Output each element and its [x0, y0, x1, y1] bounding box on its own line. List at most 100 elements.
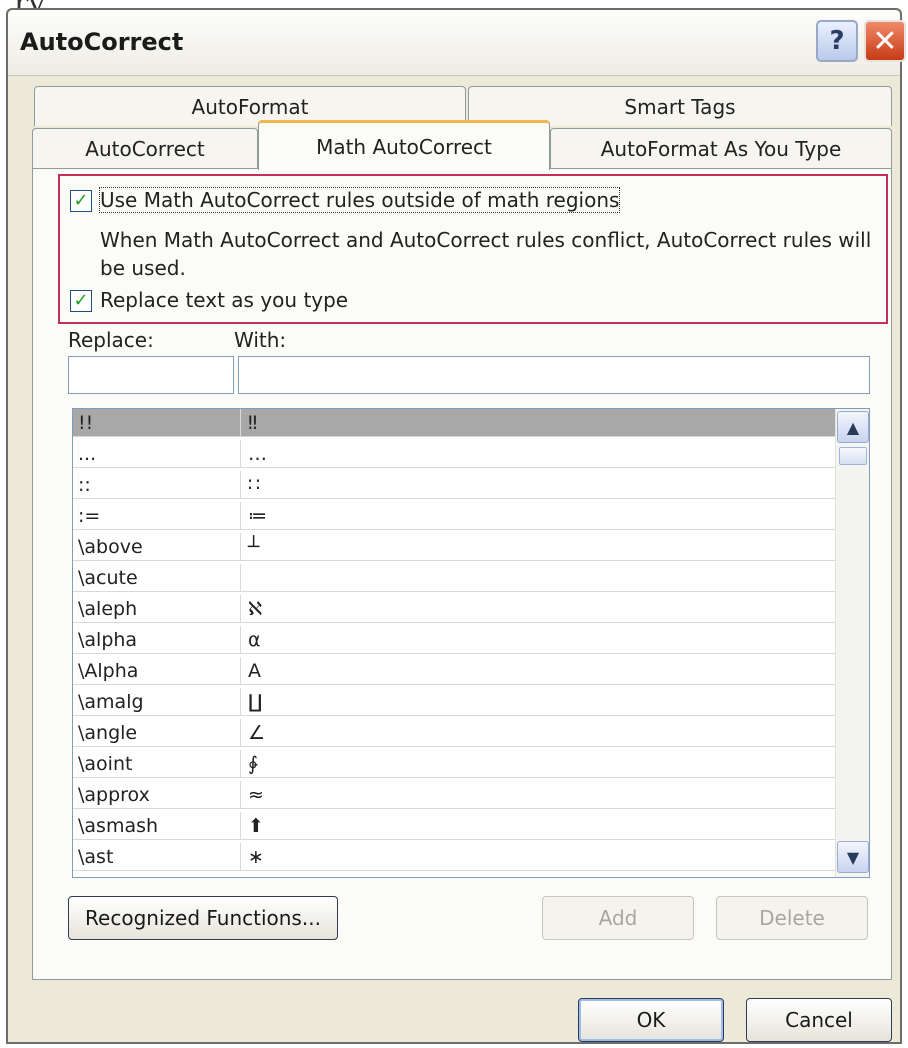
list-item-replace: \aoint	[78, 753, 133, 775]
ok-button[interactable]: OK	[578, 998, 724, 1042]
close-button[interactable]: ✕	[864, 20, 906, 62]
list-item-replace: \Alpha	[78, 660, 139, 682]
with-input[interactable]	[238, 356, 870, 394]
list-item-replace: \acute	[78, 567, 138, 589]
tab-label: AutoFormat As You Type	[600, 136, 842, 161]
list-item[interactable]: !! ‼	[73, 409, 835, 437]
tab-label: AutoFormat	[191, 94, 309, 119]
list-item-replace: \amalg	[78, 691, 144, 713]
use-outside-checkbox[interactable]: ✓	[70, 190, 92, 212]
check-icon: ✓	[73, 190, 89, 211]
column-divider	[240, 564, 241, 592]
scroll-down-button[interactable]: ▼	[837, 841, 869, 873]
list-item-replace: \angle	[78, 722, 138, 744]
conflict-note-line-1: When Math AutoCorrect and AutoCorrect ru…	[100, 228, 872, 252]
list-item[interactable]: \acute	[73, 564, 835, 592]
replace-as-type-checkbox[interactable]: ✓	[70, 290, 92, 312]
column-divider	[240, 409, 241, 437]
list-item-replace: !!	[78, 412, 94, 434]
close-icon: ✕	[872, 23, 898, 59]
column-divider	[240, 626, 241, 654]
chevron-up-icon: ▲	[846, 417, 860, 437]
recognized-functions-button[interactable]: Recognized Functions...	[68, 896, 338, 940]
tab-math-autocorrect[interactable]: Math AutoCorrect	[258, 120, 550, 170]
use-outside-label[interactable]: Use Math AutoCorrect rules outside of ma…	[98, 187, 621, 213]
scroll-thumb[interactable]	[839, 447, 867, 465]
list-item-replace: \asmash	[78, 815, 159, 837]
delete-button[interactable]: Delete	[716, 896, 868, 940]
button-label: Delete	[759, 906, 825, 930]
list-item[interactable]: \above ┴	[73, 533, 835, 561]
list-item[interactable]: \ast ∗	[73, 843, 835, 871]
replace-label: Replace:	[68, 328, 154, 352]
autocorrect-dialog: AutoCorrect ? ✕ AutoFormat Smart Tags Au…	[6, 8, 906, 1044]
list-item-replace: \alpha	[78, 629, 138, 651]
tab-label: Smart Tags	[624, 94, 736, 119]
column-divider	[240, 688, 241, 716]
list-item-replace: ::	[78, 474, 91, 496]
list-item-with: ≈	[248, 784, 264, 806]
column-divider	[240, 533, 241, 561]
button-label: Cancel	[785, 1008, 853, 1032]
column-divider	[240, 502, 241, 530]
scroll-up-button[interactable]: ▲	[837, 411, 869, 443]
list-item[interactable]: \aleph ℵ	[73, 595, 835, 623]
replace-input[interactable]	[68, 356, 234, 394]
list-scrollbar[interactable]: ▲ ▼	[835, 409, 869, 877]
column-divider	[240, 719, 241, 747]
list-item-with: ∗	[248, 846, 264, 868]
list-item-with: ‼	[248, 412, 258, 434]
list-item[interactable]: ... …	[73, 440, 835, 468]
list-item-with: ┴	[248, 536, 260, 558]
list-item[interactable]: :: ∷	[73, 471, 835, 499]
list-item-with: …	[248, 443, 267, 465]
column-divider	[240, 595, 241, 623]
list-item[interactable]: \asmash ⬆	[73, 812, 835, 840]
list-item-replace: \approx	[78, 784, 150, 806]
button-label: Recognized Functions...	[85, 906, 321, 930]
list-item-with: ∷	[248, 474, 261, 496]
replace-as-type-label[interactable]: Replace text as you type	[100, 288, 348, 312]
tab-autoformat-as-you-type[interactable]: AutoFormat As You Type	[550, 128, 892, 168]
column-divider	[240, 781, 241, 809]
column-divider	[240, 657, 241, 685]
cancel-button[interactable]: Cancel	[746, 998, 892, 1042]
list-item-replace: \ast	[78, 846, 114, 868]
list-item[interactable]: \aoint ∳	[73, 750, 835, 778]
list-item[interactable]: \approx ≈	[73, 781, 835, 809]
tab-autocorrect[interactable]: AutoCorrect	[32, 128, 258, 168]
help-button[interactable]: ?	[816, 20, 858, 62]
conflict-note-line-2: be used.	[100, 256, 186, 280]
tab-label: Math AutoCorrect	[316, 134, 492, 159]
tab-label: AutoCorrect	[85, 136, 205, 161]
list-item-with: ≔	[248, 505, 267, 527]
column-divider	[240, 471, 241, 499]
list-item[interactable]: \alpha α	[73, 626, 835, 654]
list-item-replace: \aleph	[78, 598, 138, 620]
column-divider	[240, 440, 241, 468]
help-icon: ?	[829, 26, 845, 56]
list-item[interactable]: \Alpha A	[73, 657, 835, 685]
list-item-replace: :=	[78, 505, 101, 527]
column-divider	[240, 843, 241, 871]
list-item-with: ∠	[248, 722, 266, 744]
chevron-down-icon: ▼	[846, 847, 860, 867]
window-title: AutoCorrect	[20, 28, 184, 56]
button-label: Add	[598, 906, 638, 930]
list-item[interactable]: \angle ∠	[73, 719, 835, 747]
list-item-with: ℵ	[248, 598, 263, 620]
list-item[interactable]: := ≔	[73, 502, 835, 530]
add-button[interactable]: Add	[542, 896, 694, 940]
column-divider	[240, 750, 241, 778]
autocorrect-list[interactable]: !! ‼ ... … :: ∷ := ≔ \above ┴ \acute \al…	[72, 408, 870, 878]
column-divider	[240, 812, 241, 840]
check-icon: ✓	[73, 290, 89, 311]
list-item-replace: \above	[78, 536, 143, 558]
button-label: OK	[636, 1008, 666, 1032]
title-bar: AutoCorrect ? ✕	[8, 10, 906, 76]
with-label: With:	[234, 328, 287, 352]
list-item-with: A	[248, 660, 261, 682]
list-item-with: ⬆	[248, 815, 264, 837]
list-item[interactable]: \amalg ∐	[73, 688, 835, 716]
list-item-replace: ...	[78, 443, 97, 465]
